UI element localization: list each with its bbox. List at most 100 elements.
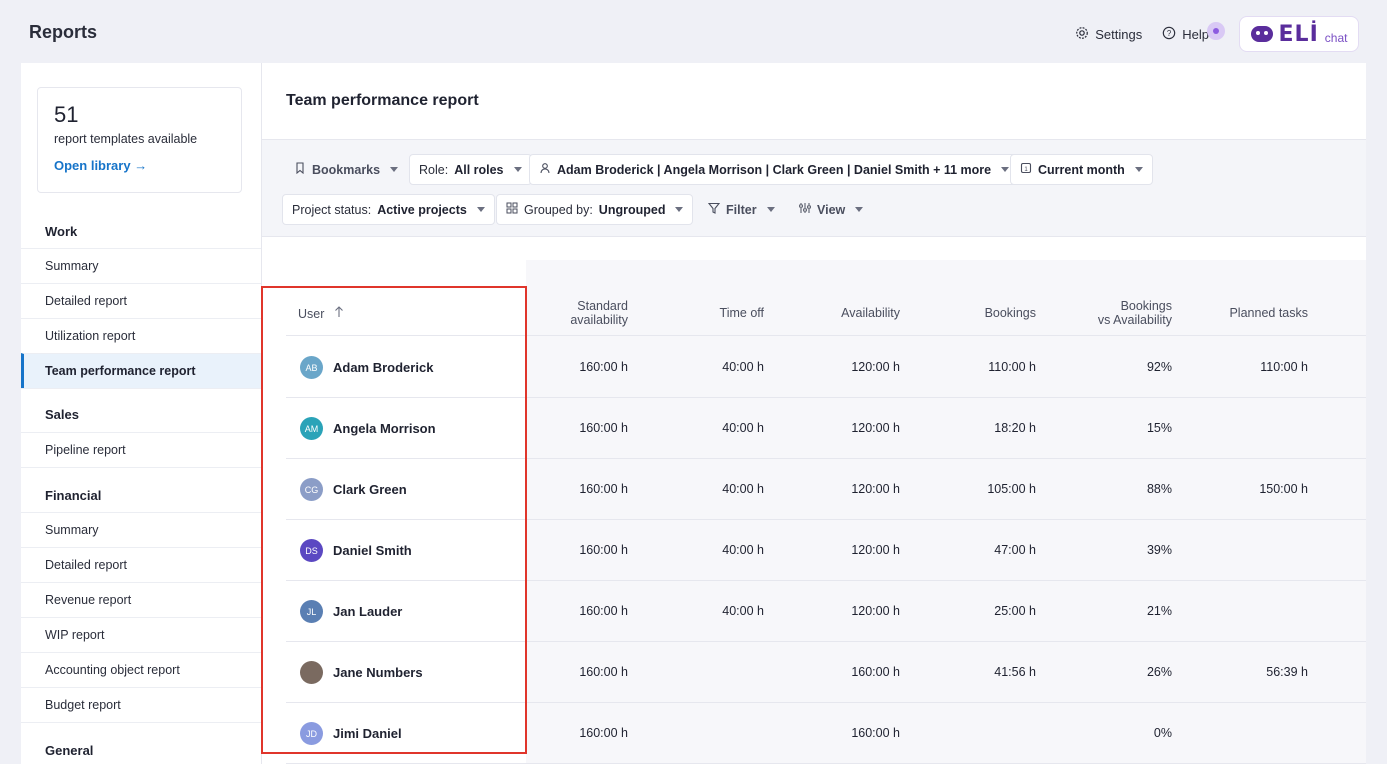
standard-availability-cell: 160:00 h [579, 665, 628, 679]
user-cell[interactable]: Jane Numbers [300, 661, 423, 684]
nav-section-financial: Financial [21, 467, 261, 512]
role-value: All roles [454, 162, 504, 177]
table-row[interactable]: AM Angela Morrison 160:00 h 40:00 h 120:00 h… [286, 398, 1366, 459]
open-library-link[interactable]: Open library → [54, 158, 225, 173]
standard-availability-cell: 160:00 h [579, 726, 628, 740]
chevron-down-icon [1001, 167, 1010, 172]
sidebar: 51 report templates available Open libra… [21, 63, 262, 764]
template-description: report templates available [54, 132, 198, 146]
sidebar-item-revenue-report[interactable]: Revenue report [21, 582, 261, 617]
table-row[interactable]: JD Jimi Daniel 160:00 h 160:00 h 0% [286, 703, 1366, 764]
nav-section-work: Work [45, 224, 78, 239]
table-row[interactable]: Jane Numbers 160:00 h 160:00 h 41:56 h 26% 56… [286, 642, 1366, 703]
avatar: AM [300, 417, 323, 440]
bookings-vs-availability-cell: 92% [1146, 360, 1172, 374]
notification-dot [1207, 21, 1225, 40]
bookmarks-dropdown[interactable]: Bookmarks [284, 154, 408, 185]
table-row[interactable]: CG Clark Green 160:00 h 40:00 h 120:00 h 105:… [286, 459, 1366, 520]
sidebar-item-financial-summary[interactable]: Summary [21, 512, 261, 547]
user-cell[interactable]: DS Daniel Smith [300, 539, 412, 562]
column-header-bookings[interactable]: Bookings [985, 306, 1036, 320]
main-content: Team performance report Bookmarks Role: … [262, 63, 1366, 764]
availability-cell: 160:00 h [851, 665, 900, 679]
time-off-cell: 40:00 h [722, 421, 764, 435]
people-dropdown[interactable]: Adam Broderick | Angela Morrison | Clark… [529, 154, 1020, 185]
time-off-cell: 40:00 h [722, 360, 764, 374]
sidebar-item-budget-report[interactable]: Budget report [21, 687, 261, 722]
time-off-cell: 40:00 h [722, 543, 764, 557]
eli-chat-button[interactable]: ELİ chat [1239, 16, 1359, 52]
bookings-cell: 110:00 h [988, 360, 1036, 374]
sliders-icon [799, 202, 811, 217]
help-label: Help [1182, 26, 1209, 42]
header-line: Standard [577, 299, 628, 313]
top-actions: Settings ? Help ELİ chat [1075, 16, 1359, 52]
user-name: Jane Numbers [333, 665, 423, 680]
sidebar-item-accounting-object-report[interactable]: Accounting object report [21, 652, 261, 687]
period-dropdown[interactable]: 1 Current month [1010, 154, 1153, 185]
chevron-down-icon [476, 207, 485, 212]
view-label: View [817, 202, 846, 217]
user-cell[interactable]: AB Adam Broderick [300, 356, 433, 379]
user-cell[interactable]: JL Jan Lauder [300, 600, 402, 623]
table-row[interactable]: AB Adam Broderick 160:00 h 40:00 h 120:00 h 1… [286, 337, 1366, 398]
header-line: Bookings [1120, 299, 1172, 313]
top-bar: Reports Settings ? Help ELİ chat [0, 0, 1387, 64]
availability-cell: 120:00 h [851, 421, 900, 435]
user-cell[interactable]: CG Clark Green [300, 478, 407, 501]
avatar: JD [300, 722, 323, 745]
user-cell[interactable]: AM Angela Morrison [300, 417, 436, 440]
eli-bot-icon [1250, 26, 1273, 42]
table-header: User Standard availability Time off Avai… [286, 290, 1366, 336]
sidebar-item-work-detailed-report[interactable]: Detailed report [21, 283, 261, 318]
table-row[interactable]: DS Daniel Smith 160:00 h 40:00 h 120:00 h 47:… [286, 520, 1366, 581]
user-name: Adam Broderick [333, 360, 434, 375]
column-header-standard-availability[interactable]: Standard availability [570, 299, 628, 327]
user-name: Angela Morrison [333, 421, 436, 436]
chevron-down-icon [1134, 167, 1143, 172]
column-header-user[interactable]: User [298, 306, 344, 321]
standard-availability-cell: 160:00 h [579, 360, 628, 374]
filter-button[interactable]: Filter [698, 194, 785, 225]
grouped-by-dropdown[interactable]: Grouped by: Ungrouped [496, 194, 694, 225]
table-row[interactable]: JL Jan Lauder 160:00 h 40:00 h 120:00 h 25:00… [286, 581, 1366, 642]
person-icon [539, 162, 551, 177]
sidebar-item-financial-detailed-report[interactable]: Detailed report [21, 547, 261, 582]
standard-availability-cell: 160:00 h [579, 421, 628, 435]
avatar [300, 661, 323, 684]
availability-cell: 120:00 h [851, 543, 900, 557]
sidebar-item-utilization-report[interactable]: Utilization report [21, 318, 261, 353]
column-header-availability[interactable]: Availability [841, 306, 900, 320]
bookmark-icon [294, 162, 306, 177]
gear-icon [1075, 26, 1089, 43]
role-prefix: Role: [419, 162, 449, 177]
chevron-down-icon [390, 167, 399, 172]
help-link[interactable]: ? Help [1162, 21, 1225, 43]
view-button[interactable]: View [789, 194, 873, 225]
column-header-planned-tasks[interactable]: Planned tasks [1229, 306, 1308, 320]
user-cell[interactable]: JD Jimi Daniel [300, 722, 402, 745]
standard-availability-cell: 160:00 h [579, 543, 628, 557]
column-header-bookings-vs-availability[interactable]: Bookings vs Availability [1098, 299, 1172, 327]
sidebar-item-pipeline-report[interactable]: Pipeline report [21, 432, 261, 467]
report-table: User Standard availability Time off Avai… [262, 238, 1366, 764]
avatar: JL [300, 600, 323, 623]
sidebar-item-wip-report[interactable]: WIP report [21, 617, 261, 652]
question-icon: ? [1162, 26, 1176, 43]
content-panel: 51 report templates available Open libra… [21, 63, 1366, 764]
project-status-dropdown[interactable]: Project status: Active projects [282, 194, 495, 225]
sidebar-item-team-performance-report[interactable]: Team performance report [21, 353, 261, 388]
grouped-value: Ungrouped [598, 202, 666, 217]
group-icon [506, 202, 518, 217]
column-header-time-off[interactable]: Time off [720, 306, 764, 320]
role-dropdown[interactable]: Role: All roles [409, 154, 532, 185]
settings-link[interactable]: Settings [1075, 26, 1142, 43]
library-card: 51 report templates available Open libra… [37, 87, 242, 193]
chevron-down-icon [513, 167, 522, 172]
project-status-prefix: Project status: [292, 202, 372, 217]
header-line: vs Availability [1097, 313, 1172, 327]
sidebar-item-work-summary[interactable]: Summary [21, 248, 261, 283]
standard-availability-cell: 160:00 h [579, 482, 628, 496]
eli-chat-label: chat [1324, 31, 1348, 45]
sort-ascending-icon [334, 306, 344, 321]
